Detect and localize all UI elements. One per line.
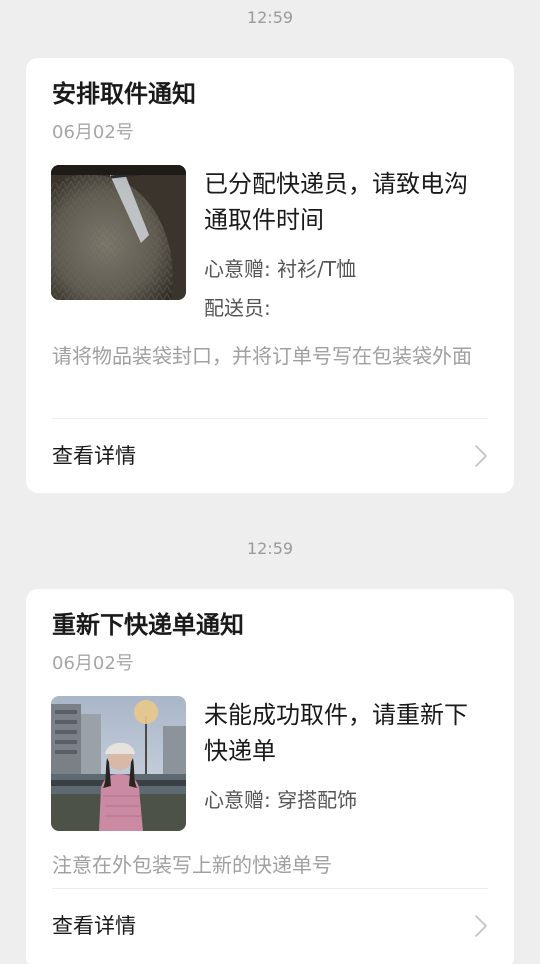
message-timestamp: 12:59 (246, 8, 294, 27)
gift-item-value: 穿搭配饰 (277, 788, 358, 812)
pickup-scheduled-card[interactable]: 安排取件通知 06月02号 已分配快递员，请致电沟通取件时间 心意赠: 衬衫/T… (26, 58, 514, 493)
view-details-label: 查看详情 (52, 444, 136, 468)
chevron-right-icon (475, 915, 487, 937)
courier-label: 配送员: (204, 296, 271, 320)
sweater-photo (51, 165, 186, 300)
gift-item-line: 心意赠: 衬衫/T恤 (204, 254, 356, 284)
item-thumbnail[interactable] (51, 696, 186, 831)
view-details-button[interactable]: 查看详情 (26, 419, 514, 493)
notification-feed: 12:59 安排取件通知 06月02号 已分配快递员，请致电沟通取件时间 心意赠… (0, 0, 540, 964)
view-details-button[interactable]: 查看详情 (26, 889, 514, 963)
packing-instruction: 注意在外包装写上新的快递单号 (52, 853, 332, 877)
gift-item-value: 衬衫/T恤 (277, 257, 357, 281)
card-title: 重新下快递单通知 (52, 611, 244, 639)
card-date: 06月02号 (52, 122, 134, 143)
item-thumbnail[interactable] (51, 165, 186, 300)
chevron-right-icon (475, 445, 487, 467)
reorder-shipping-card[interactable]: 重新下快递单通知 06月02号 未能成功取件，请重新下快递单 心意赠: 穿搭配饰… (26, 589, 514, 964)
gift-item-line: 心意赠: 穿搭配饰 (204, 785, 357, 815)
message-timestamp: 12:59 (246, 539, 294, 558)
courier-line: 配送员: (204, 293, 271, 323)
gift-item-label: 心意赠: (204, 788, 271, 812)
notification-headline: 未能成功取件，请重新下快递单 (204, 701, 468, 765)
gift-item-label: 心意赠: (204, 257, 271, 281)
outdoor-person-photo (51, 696, 186, 831)
card-date: 06月02号 (52, 653, 134, 674)
packing-instruction: 请将物品装袋封口，并将订单号写在包装袋外面 (52, 344, 472, 368)
notification-headline: 已分配快递员，请致电沟通取件时间 (204, 170, 468, 234)
view-details-label: 查看详情 (52, 914, 136, 938)
card-title: 安排取件通知 (52, 80, 196, 108)
